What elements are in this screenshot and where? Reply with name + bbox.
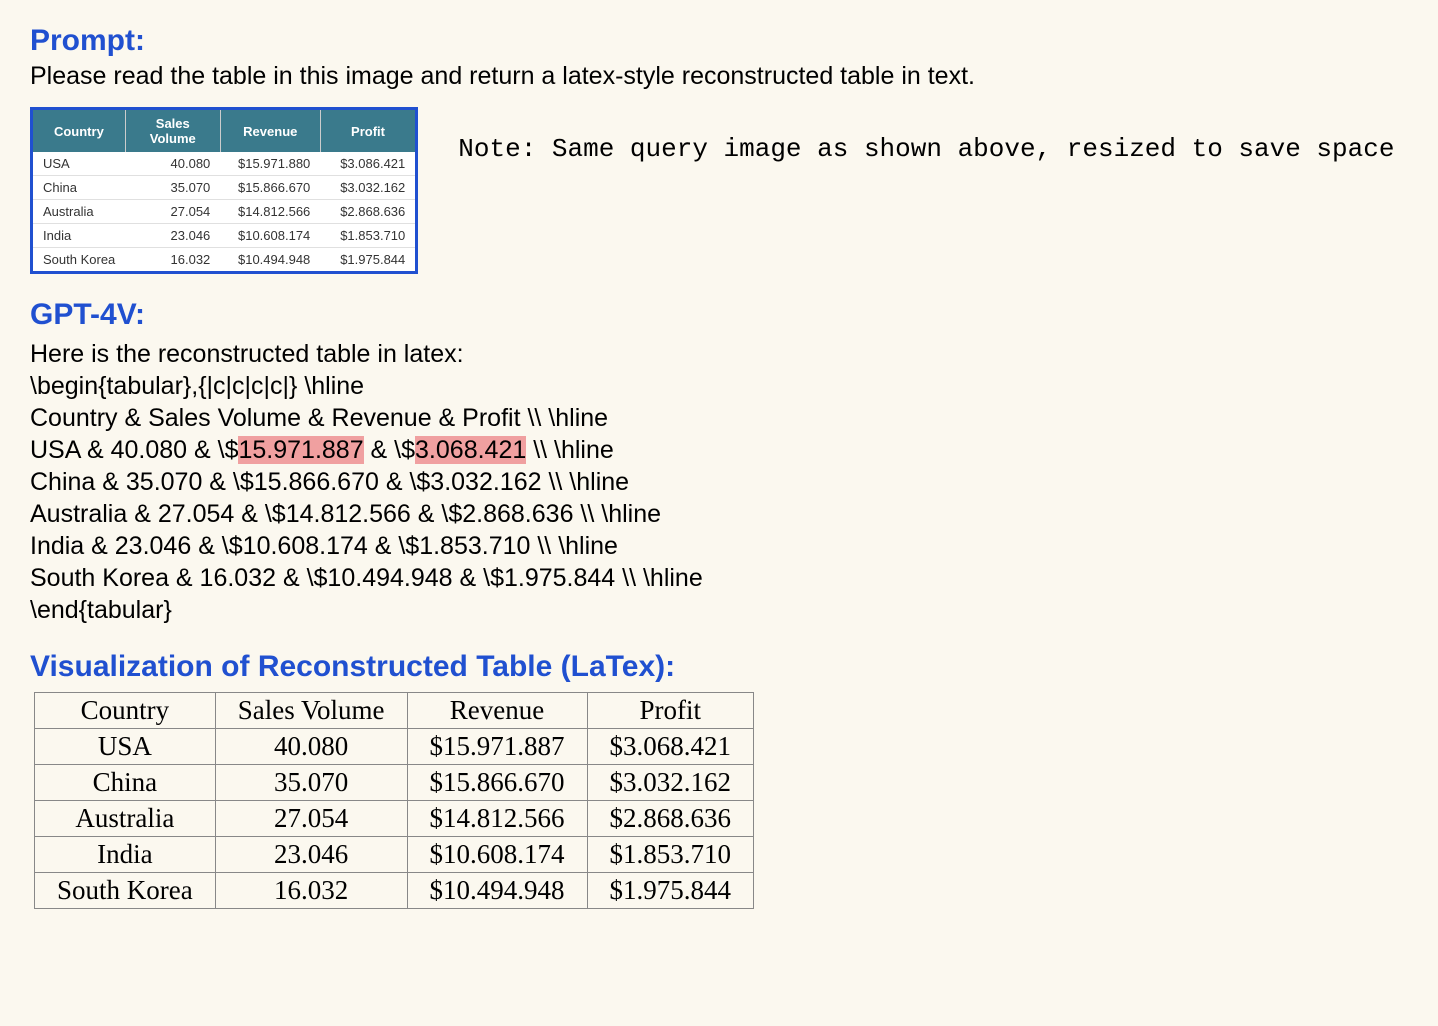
source-row: India 23.046 $10.608.174 $1.853.710 [33,224,415,248]
source-row: USA 40.080 $15.971.880 $3.086.421 [33,152,415,176]
source-cell: $1.853.710 [320,224,415,248]
source-cell: $15.971.880 [220,152,320,176]
gpt-line-header: Country & Sales Volume & Revenue & Profi… [30,404,608,432]
source-cell: 23.046 [125,224,220,248]
source-cell: 16.032 [125,248,220,272]
source-cell: $3.086.421 [320,152,415,176]
latex-cell: $2.868.636 [587,801,754,837]
latex-header-row: Country Sales Volume Revenue Profit [35,693,754,729]
gpt4v-body: Here is the reconstructed table in latex… [30,338,1408,626]
source-th-revenue: Revenue [220,110,320,152]
latex-cell: 16.032 [215,873,407,909]
gpt-line-begin: \begin{tabular},{|c|c|c|c|} \hline [30,372,364,400]
source-cell: $2.868.636 [320,200,415,224]
source-table-header-row: Country Sales Volume Revenue Profit [33,110,415,152]
source-th-profit: Profit [320,110,415,152]
latex-th: Revenue [407,693,587,729]
gpt-line-aus: Australia & 27.054 & \$14.812.566 & \$2.… [30,500,661,528]
gpt-line-usa-p2: & \$ [364,436,415,464]
latex-cell: USA [35,729,216,765]
image-note-row: Country Sales Volume Revenue Profit USA … [30,107,1408,274]
latex-cell: $10.608.174 [407,837,587,873]
latex-cell: 35.070 [215,765,407,801]
latex-table: Country Sales Volume Revenue Profit USA … [34,692,754,909]
latex-cell: 40.080 [215,729,407,765]
latex-th: Sales Volume [215,693,407,729]
source-cell: $15.866.670 [220,176,320,200]
source-cell: Australia [33,200,125,224]
latex-row: Australia 27.054 $14.812.566 $2.868.636 [35,801,754,837]
source-cell: USA [33,152,125,176]
latex-cell: $10.494.948 [407,873,587,909]
source-cell: 40.080 [125,152,220,176]
latex-cell: India [35,837,216,873]
source-th-sales: Sales Volume [125,110,220,152]
prompt-heading: Prompt: [30,24,1408,58]
gpt-line-usa-p3: \\ \hline [526,436,614,464]
source-row: China 35.070 $15.866.670 $3.032.162 [33,176,415,200]
latex-cell: $1.853.710 [587,837,754,873]
gpt-line-china: China & 35.070 & \$15.866.670 & \$3.032.… [30,468,629,496]
latex-cell: $14.812.566 [407,801,587,837]
latex-cell: $15.866.670 [407,765,587,801]
source-cell: 35.070 [125,176,220,200]
prompt-text: Please read the table in this image and … [30,62,1408,91]
source-cell: $3.032.162 [320,176,415,200]
latex-cell: $3.068.421 [587,729,754,765]
latex-th: Profit [587,693,754,729]
latex-cell: 27.054 [215,801,407,837]
latex-cell: $15.971.887 [407,729,587,765]
latex-cell: China [35,765,216,801]
gpt4v-heading: GPT-4V: [30,298,1408,332]
source-row: South Korea 16.032 $10.494.948 $1.975.84… [33,248,415,272]
latex-cell: 23.046 [215,837,407,873]
viz-heading: Visualization of Reconstructed Table (La… [30,650,1408,684]
gpt-line-usa-hl2: 3.068.421 [415,436,526,464]
source-cell: South Korea [33,248,125,272]
latex-row: USA 40.080 $15.971.887 $3.068.421 [35,729,754,765]
latex-cell: $1.975.844 [587,873,754,909]
gpt-line-usa-p1: USA & 40.080 & \$ [30,436,238,464]
latex-row: India 23.046 $10.608.174 $1.853.710 [35,837,754,873]
gpt-line-india: India & 23.046 & \$10.608.174 & \$1.853.… [30,532,618,560]
latex-cell: $3.032.162 [587,765,754,801]
gpt-line-usa-hl1: 15.971.887 [238,436,363,464]
source-cell: 27.054 [125,200,220,224]
source-cell: $1.975.844 [320,248,415,272]
source-cell: India [33,224,125,248]
source-cell: $10.494.948 [220,248,320,272]
latex-cell: Australia [35,801,216,837]
source-cell: China [33,176,125,200]
latex-cell: South Korea [35,873,216,909]
source-th-country: Country [33,110,125,152]
latex-row: China 35.070 $15.866.670 $3.032.162 [35,765,754,801]
source-cell: $10.608.174 [220,224,320,248]
latex-row: South Korea 16.032 $10.494.948 $1.975.84… [35,873,754,909]
gpt-line-end: \end{tabular} [30,596,172,624]
gpt-line-sk: South Korea & 16.032 & \$10.494.948 & \$… [30,564,703,592]
source-table-image: Country Sales Volume Revenue Profit USA … [30,107,418,274]
latex-th: Country [35,693,216,729]
source-table: Country Sales Volume Revenue Profit USA … [33,110,415,271]
source-cell: $14.812.566 [220,200,320,224]
note-text: Note: Same query image as shown above, r… [458,107,1394,167]
gpt-intro: Here is the reconstructed table in latex… [30,340,464,368]
source-row: Australia 27.054 $14.812.566 $2.868.636 [33,200,415,224]
